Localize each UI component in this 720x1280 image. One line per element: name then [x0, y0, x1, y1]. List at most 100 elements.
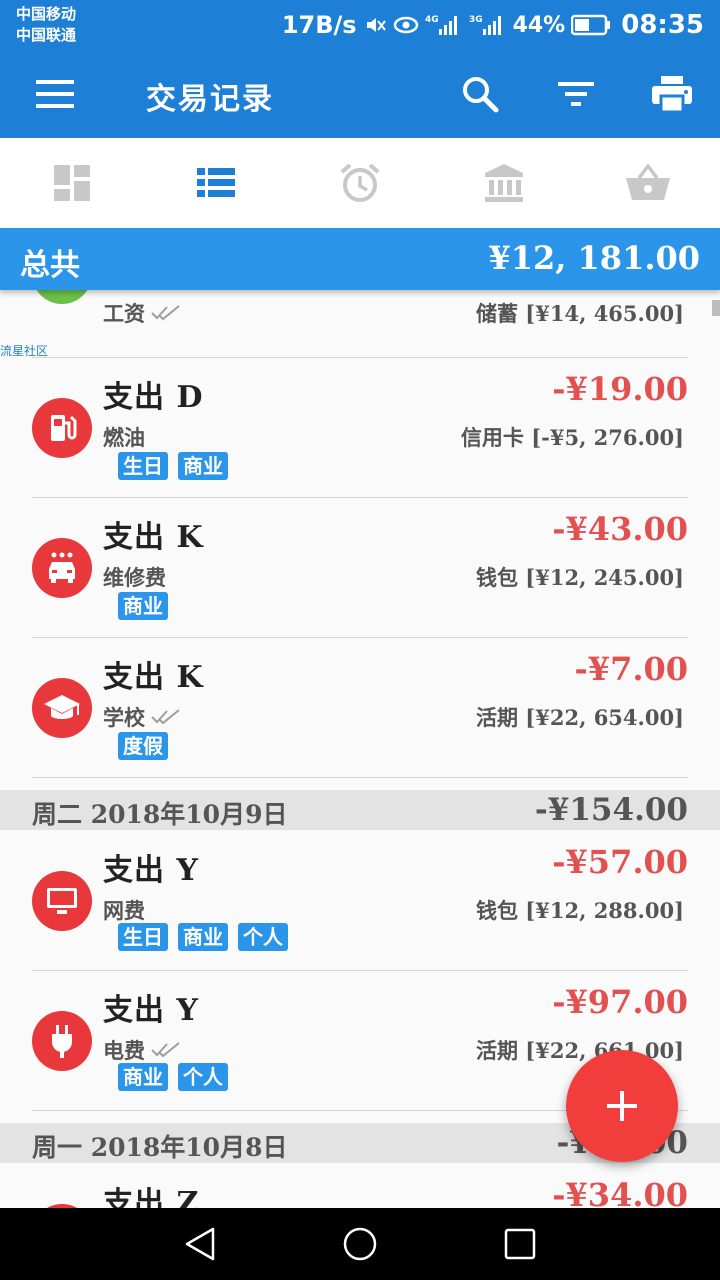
list-icon — [197, 168, 235, 197]
transaction-account: 储蓄 [¥14, 465.00] — [475, 301, 684, 326]
signal-3g-icon: 3G — [469, 13, 507, 37]
search-button[interactable] — [458, 72, 502, 116]
menu-icon — [36, 80, 74, 108]
home-icon — [343, 1227, 377, 1261]
signal-4g-icon: 4G — [425, 13, 463, 37]
transaction-title: 支出 Y — [103, 853, 199, 888]
network-speed: 17B/s — [281, 11, 357, 39]
tag-list: 生日 商业 — [118, 452, 228, 480]
page-title: 交易记录 — [146, 82, 274, 117]
tag-list: 商业 — [118, 592, 168, 620]
watermark: 流星社区 — [0, 344, 49, 358]
recents-icon — [504, 1228, 536, 1260]
search-icon — [463, 77, 499, 113]
status-right: 17B/s 4G 3G 44% 08:35 — [282, 8, 704, 42]
day-label: 周一 2018年10月8日 — [32, 1133, 288, 1162]
battery-percent: 44% — [512, 12, 566, 38]
transaction-account: 信用卡 [-¥5, 276.00] — [460, 425, 684, 450]
transaction-account: 钱包 [¥12, 245.00] — [475, 565, 684, 590]
basket-icon — [626, 164, 670, 200]
transaction-category: 维修费 — [103, 565, 166, 590]
transaction-row[interactable]: 支出 K 学校 -¥7.00 活期 [¥22, 654.00] 度假 — [0, 638, 720, 778]
total-bar: 总共 ¥12, 181.00 — [0, 228, 720, 290]
monitor-icon — [32, 871, 92, 931]
transaction-row[interactable]: 支出 Z -¥34.00 — [0, 1164, 720, 1208]
transaction-amount: -¥43.00 — [552, 510, 688, 548]
transaction-title: 支出 Z — [103, 1186, 200, 1208]
tag: 个人 — [178, 1063, 228, 1091]
tag: 生日 — [118, 923, 168, 951]
menu-button[interactable] — [34, 76, 78, 112]
tab-dashboard[interactable] — [0, 138, 144, 228]
tab-accounts[interactable] — [432, 138, 576, 228]
total-label: 总共 — [20, 248, 80, 283]
tag: 度假 — [118, 732, 168, 760]
transaction-amount: -¥97.00 — [552, 983, 688, 1021]
cleared-check-icon — [151, 1041, 181, 1059]
transaction-category: 燃油 — [103, 425, 145, 450]
bank-icon — [485, 164, 523, 202]
day-label: 周二 2018年10月9日 — [32, 800, 288, 829]
dashboard-icon — [54, 165, 90, 201]
car-wash-icon — [32, 538, 92, 598]
transaction-amount: -¥7.00 — [574, 650, 688, 688]
status-bar: 中国移动 中国联通 17B/s 4G 3G 44% 08:35 — [0, 0, 720, 50]
tab-budget[interactable] — [576, 138, 720, 228]
tag-list: 商业 个人 — [118, 1063, 228, 1091]
carrier-2: 中国联通 — [16, 26, 77, 44]
print-button[interactable] — [650, 72, 694, 116]
alarm-icon — [340, 163, 380, 202]
svg-text:4G: 4G — [425, 15, 439, 25]
cleared-check-icon — [151, 304, 181, 322]
transaction-category: 网费 — [103, 898, 145, 923]
transaction-row[interactable]: 支出 Y 网费 -¥57.00 钱包 [¥12, 288.00] 生日 商业 个… — [0, 831, 720, 971]
tag-list: 度假 — [118, 732, 168, 760]
total-value: ¥12, 181.00 — [488, 239, 700, 277]
back-button[interactable] — [120, 1208, 280, 1280]
tab-reminders[interactable] — [288, 138, 432, 228]
cleared-check-icon — [151, 708, 181, 726]
transaction-amount: -¥34.00 — [552, 1176, 688, 1208]
plus-icon — [607, 1091, 637, 1121]
tag-list: 生日 商业 个人 — [118, 923, 288, 951]
add-transaction-button[interactable] — [566, 1050, 678, 1162]
tag: 个人 — [238, 923, 288, 951]
tag: 商业 — [178, 452, 228, 480]
transaction-title: 支出 K — [103, 520, 204, 555]
eye-icon — [393, 15, 419, 35]
plug-icon — [32, 1011, 92, 1071]
tag: 商业 — [118, 1063, 168, 1091]
mute-icon — [363, 13, 387, 37]
back-icon — [185, 1227, 215, 1261]
transaction-category: 工资 — [103, 298, 181, 328]
filter-icon — [558, 82, 594, 106]
transaction-category: 学校 — [103, 702, 181, 732]
clock: 08:35 — [621, 10, 704, 40]
tab-bar — [0, 138, 720, 228]
recents-button[interactable] — [440, 1208, 600, 1280]
tag: 商业 — [178, 923, 228, 951]
fuel-icon — [32, 398, 92, 458]
filter-button[interactable] — [554, 72, 598, 116]
scrollbar[interactable] — [712, 300, 720, 316]
day-total: -¥154.00 — [534, 792, 688, 828]
tab-transactions[interactable] — [144, 138, 288, 228]
tag: 生日 — [118, 452, 168, 480]
svg-text:3G: 3G — [469, 15, 483, 25]
transaction-row[interactable]: 支出 K 维修费 -¥43.00 钱包 [¥12, 245.00] 商业 — [0, 498, 720, 638]
transaction-row[interactable]: 支出 D 燃油 -¥19.00 信用卡 [-¥5, 276.00] 生日 商业 — [0, 358, 720, 498]
transaction-amount: -¥19.00 — [552, 370, 688, 408]
school-icon — [32, 678, 92, 738]
carrier-info: 中国移动 中国联通 — [16, 4, 76, 46]
divider — [32, 777, 688, 778]
transaction-account: 钱包 [¥12, 288.00] — [475, 898, 684, 923]
battery-icon — [571, 14, 611, 36]
app-bar: 交易记录 — [0, 50, 720, 138]
print-icon — [652, 76, 692, 114]
transaction-category: 电费 — [103, 1035, 181, 1065]
transaction-title: 支出 Y — [103, 993, 199, 1028]
transaction-title: 支出 D — [103, 380, 204, 415]
tag: 商业 — [118, 592, 168, 620]
home-button[interactable] — [280, 1208, 440, 1280]
transaction-amount: -¥57.00 — [552, 843, 688, 881]
